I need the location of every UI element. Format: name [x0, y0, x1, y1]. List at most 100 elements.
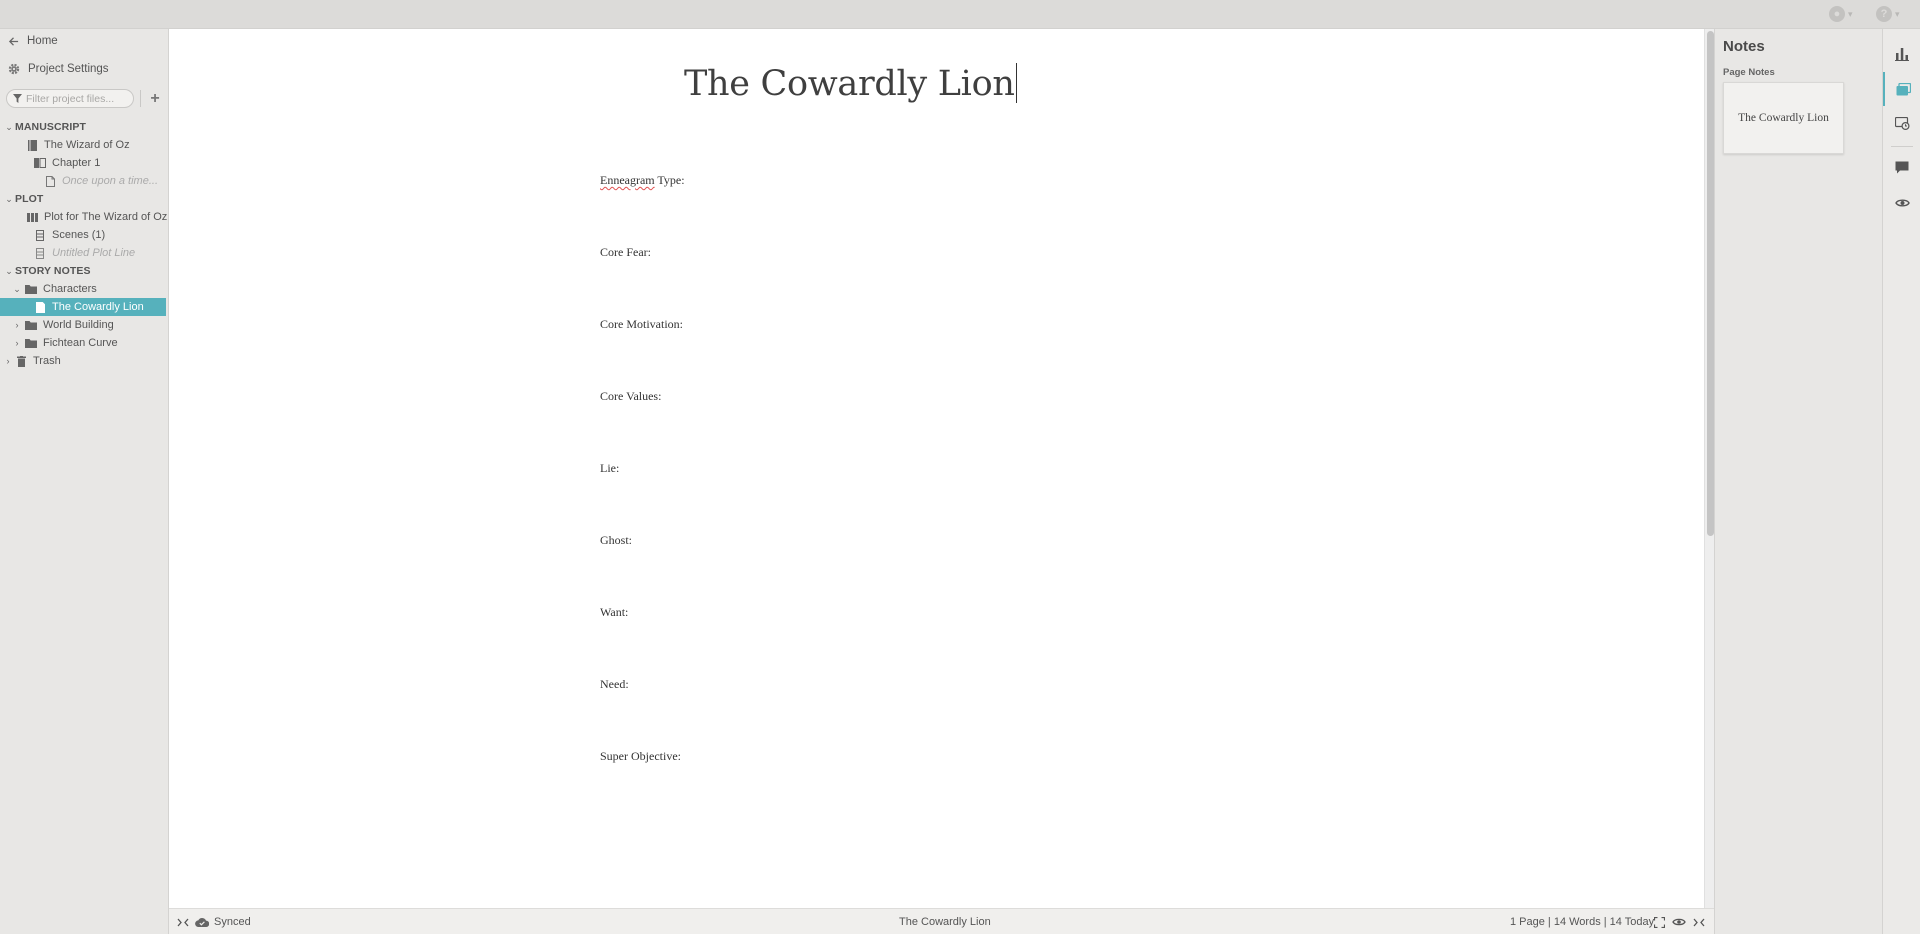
tree-item-label: Chapter 1 — [52, 157, 101, 169]
account-menu[interactable]: ● ▾ — [1829, 6, 1853, 22]
chevron-right-icon: › — [15, 320, 19, 330]
snapshots-button[interactable] — [1883, 106, 1920, 140]
tree-item-label: World Building — [43, 319, 114, 331]
section-label: MANUSCRIPT — [15, 121, 86, 133]
plotline-icon — [33, 229, 47, 241]
statistics-button[interactable] — [1883, 37, 1920, 71]
tree-item-label: Once upon a time... — [62, 175, 158, 187]
comments-button[interactable] — [1883, 150, 1920, 184]
home-link[interactable]: Home — [8, 32, 58, 50]
filter-divider — [140, 90, 141, 107]
tree-item-label: Trash — [33, 355, 61, 367]
field-super-objective[interactable]: Super Objective: — [600, 749, 681, 764]
status-document-name-text: The Cowardly Lion — [899, 916, 991, 928]
plot-grid-icon — [25, 212, 39, 222]
field-label-rest: Type: — [654, 173, 685, 187]
bar-chart-icon — [1895, 48, 1909, 61]
project-sidebar: Home Project Settings + ⌄ MANUSCRIPT The… — [0, 29, 169, 934]
section-plot[interactable]: ⌄ PLOT — [0, 190, 168, 208]
tree-item-plotline[interactable]: Untitled Plot Line — [0, 244, 168, 262]
text-caret — [1015, 63, 1017, 103]
tree-item-plot[interactable]: Plot for The Wizard of Oz — [0, 208, 168, 226]
tree-item-book[interactable]: The Wizard of Oz — [0, 136, 168, 154]
notes-panel: Notes Page Notes The Cowardly Lion — [1714, 29, 1882, 934]
chevron-down-icon: ⌄ — [13, 283, 21, 294]
section-label: PLOT — [15, 193, 44, 205]
add-file-button[interactable]: + — [147, 89, 163, 108]
tree-item-scenes[interactable]: Scenes (1) — [0, 226, 168, 244]
right-icon-rail — [1882, 29, 1920, 934]
tree-item-label: The Cowardly Lion — [52, 301, 144, 313]
word-count-stats[interactable]: 1 Page | 14 Words | 14 Today — [1510, 909, 1654, 934]
note-document-icon — [33, 301, 47, 313]
tree-item-trash[interactable]: › Trash — [0, 352, 168, 370]
tree-item-world-building-folder[interactable]: › World Building — [0, 316, 168, 334]
collapse-right-button[interactable] — [1693, 909, 1705, 934]
fullscreen-button[interactable] — [1654, 909, 1665, 934]
page-notes-label: Page Notes — [1723, 67, 1775, 78]
status-bar: Synced The Cowardly Lion 1 Page | 14 Wor… — [169, 908, 1714, 934]
field-core-fear[interactable]: Core Fear: — [600, 245, 651, 260]
user-icon: ● — [1829, 6, 1845, 22]
chevron-down-icon: ⌄ — [5, 121, 13, 132]
tree-item-label: Characters — [43, 283, 97, 295]
section-story-notes[interactable]: ⌄ STORY NOTES — [0, 262, 168, 280]
section-manuscript[interactable]: ⌄ MANUSCRIPT — [0, 118, 168, 136]
notes-title: Notes — [1723, 38, 1765, 55]
field-ghost[interactable]: Ghost: — [600, 533, 632, 548]
misspelled-word: Enneagram — [600, 173, 655, 187]
field-core-values[interactable]: Core Values: — [600, 389, 661, 404]
filter-icon — [13, 94, 22, 103]
chevron-right-icon: › — [15, 338, 19, 348]
field-enneagram-type[interactable]: Enneagram Type: — [600, 173, 685, 188]
eye-icon — [1894, 199, 1910, 207]
home-label: Home — [27, 35, 58, 47]
snapshot-icon — [1894, 116, 1909, 130]
sync-status: Synced — [195, 909, 251, 934]
rail-separator — [1891, 146, 1913, 147]
tree-item-label: Scenes (1) — [52, 229, 106, 241]
folder-icon — [24, 338, 38, 348]
chevron-down-icon: ⌄ — [5, 193, 13, 204]
folder-icon — [24, 284, 38, 294]
chevron-right-icon: › — [6, 356, 10, 366]
field-lie[interactable]: Lie: — [600, 461, 619, 476]
document-title[interactable]: The Cowardly Lion — [684, 63, 1017, 104]
section-label: STORY NOTES — [15, 265, 91, 277]
plotline-icon — [33, 247, 47, 259]
tree-item-chapter[interactable]: Chapter 1 — [0, 154, 168, 172]
field-want[interactable]: Want: — [600, 605, 628, 620]
collapse-arrows-icon — [1693, 918, 1705, 926]
arrow-left-icon — [8, 36, 19, 46]
tree-item-fichtean-curve-folder[interactable]: › Fichtean Curve — [0, 334, 168, 352]
help-menu[interactable]: ? ▾ — [1876, 6, 1900, 22]
field-core-motivation[interactable]: Core Motivation: — [600, 317, 683, 332]
tree-item-characters-folder[interactable]: ⌄ Characters — [0, 280, 168, 298]
tree-item-scene[interactable]: Once upon a time... — [0, 172, 168, 190]
book-icon — [25, 139, 39, 151]
field-need[interactable]: Need: — [600, 677, 629, 692]
document-icon — [43, 175, 57, 187]
tree-item-label: Untitled Plot Line — [52, 247, 136, 259]
notes-icon — [1896, 82, 1911, 95]
collapse-left-button[interactable] — [177, 909, 189, 934]
editor-scrollbar[interactable] — [1704, 29, 1714, 908]
preview-button[interactable] — [1883, 186, 1920, 220]
tree-item-label: Fichtean Curve — [43, 337, 118, 349]
chapter-icon — [33, 158, 47, 168]
scrollbar-thumb[interactable] — [1707, 31, 1714, 536]
chevron-down-icon: ⌄ — [5, 265, 13, 276]
collapse-arrows-icon — [177, 918, 189, 926]
filter-input[interactable] — [26, 92, 126, 105]
status-document-name: The Cowardly Lion — [899, 909, 991, 934]
top-bar: ● ▾ ? ▾ — [0, 0, 1920, 29]
note-card[interactable]: The Cowardly Lion — [1723, 82, 1844, 154]
tree-item-label: Plot for The Wizard of Oz — [44, 211, 168, 223]
editor-page[interactable]: The Cowardly Lion Enneagram Type: Core F… — [169, 29, 1705, 908]
comment-icon — [1895, 161, 1909, 173]
chevron-down-icon: ▾ — [1848, 8, 1853, 19]
project-settings-link[interactable]: Project Settings — [8, 60, 109, 78]
tree-item-cowardly-lion[interactable]: The Cowardly Lion — [0, 298, 166, 316]
focus-mode-button[interactable] — [1672, 909, 1686, 934]
notes-tab-button[interactable] — [1883, 72, 1920, 106]
